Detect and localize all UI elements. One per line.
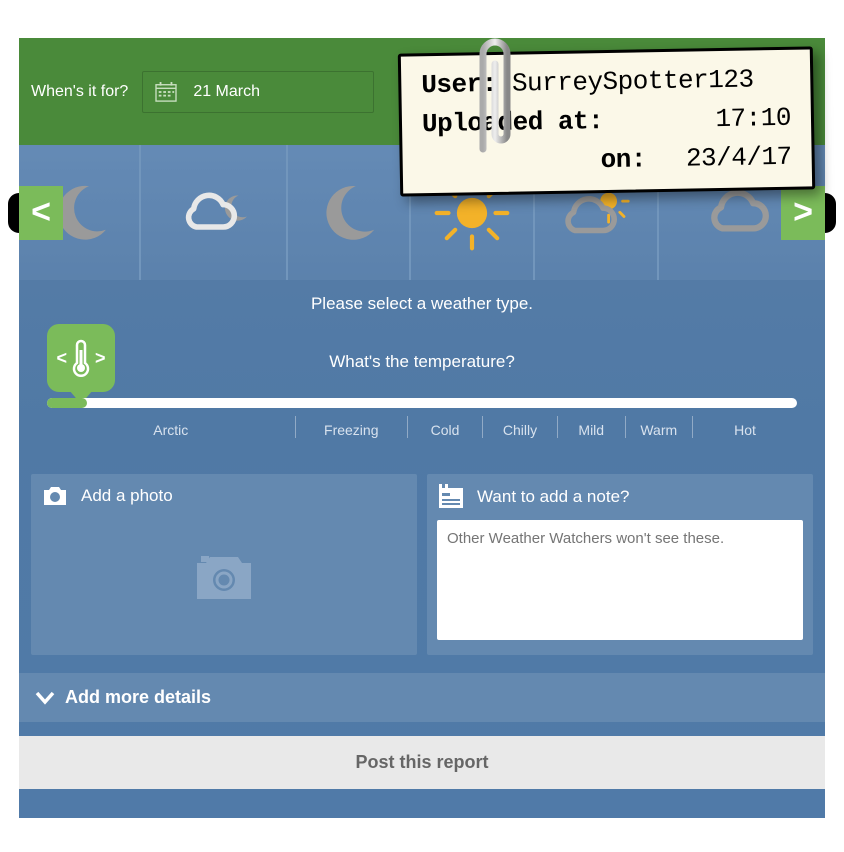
add-more-label: Add more details bbox=[65, 687, 211, 708]
temp-tick: Warm bbox=[625, 416, 693, 438]
carousel-prev-button[interactable]: < bbox=[19, 186, 63, 240]
temp-tick: Hot bbox=[692, 416, 797, 438]
carousel-next-button[interactable]: > bbox=[781, 186, 825, 240]
note-textarea[interactable] bbox=[437, 520, 803, 640]
temperature-question: What's the temperature? bbox=[47, 324, 797, 390]
add-note-card: Want to add a note? bbox=[427, 474, 813, 655]
temp-tick: Arctic bbox=[47, 416, 295, 438]
notepad-icon bbox=[437, 484, 465, 510]
date-label: When's it for? bbox=[31, 83, 128, 101]
add-note-title: Want to add a note? bbox=[477, 487, 629, 507]
date-value: 21 March bbox=[193, 83, 260, 101]
paperclip-icon bbox=[465, 24, 525, 164]
post-wrap: Post this report bbox=[19, 722, 825, 789]
user-value: SurreySpotter123 bbox=[512, 64, 754, 98]
uploaded-at-value: 17:10 bbox=[715, 99, 791, 139]
weather-prompt: Please select a weather type. bbox=[19, 280, 825, 324]
chevron-down-icon bbox=[35, 691, 55, 705]
temperature-slider-handle[interactable]: < > bbox=[47, 324, 115, 392]
add-photo-card[interactable]: Add a photo bbox=[31, 474, 417, 655]
chevron-right-icon: > bbox=[95, 348, 106, 369]
weather-option-cloudy-night[interactable] bbox=[141, 145, 288, 280]
date-picker[interactable]: 21 March bbox=[142, 71, 374, 113]
add-more-details-toggle[interactable]: Add more details bbox=[19, 673, 825, 722]
temp-tick: Cold bbox=[407, 416, 482, 438]
chevron-left-icon: < bbox=[56, 348, 67, 369]
temperature-slider-track[interactable] bbox=[47, 398, 797, 408]
uploaded-on-value: 23/4/17 bbox=[686, 138, 792, 179]
photo-drop-zone[interactable] bbox=[41, 518, 407, 638]
calendar-icon bbox=[155, 82, 177, 102]
uploaded-on-label: on: bbox=[600, 140, 686, 180]
thermometer-icon bbox=[71, 338, 91, 378]
post-report-button[interactable]: Post this report bbox=[19, 736, 825, 789]
camera-icon bbox=[41, 484, 69, 508]
weather-option-clear-night[interactable] bbox=[288, 145, 410, 280]
upload-metadata-note: User: SurreySpotter123 Uploaded at:17:10… bbox=[398, 46, 815, 196]
photo-note-row: Add a photo Want to add a note? bbox=[19, 462, 825, 667]
temp-tick: Freezing bbox=[295, 416, 408, 438]
cloud-moon-icon bbox=[172, 171, 256, 255]
temp-tick: Chilly bbox=[482, 416, 557, 438]
crescent-moon-icon bbox=[307, 171, 391, 255]
temp-tick: Mild bbox=[557, 416, 625, 438]
camera-placeholder-icon bbox=[193, 553, 255, 603]
add-photo-title: Add a photo bbox=[81, 486, 173, 506]
temperature-section: < > What's the temperature? Arctic Freez… bbox=[19, 324, 825, 462]
temperature-slider-fill bbox=[47, 398, 87, 408]
temperature-scale: Arctic Freezing Cold Chilly Mild Warm Ho… bbox=[47, 416, 797, 438]
